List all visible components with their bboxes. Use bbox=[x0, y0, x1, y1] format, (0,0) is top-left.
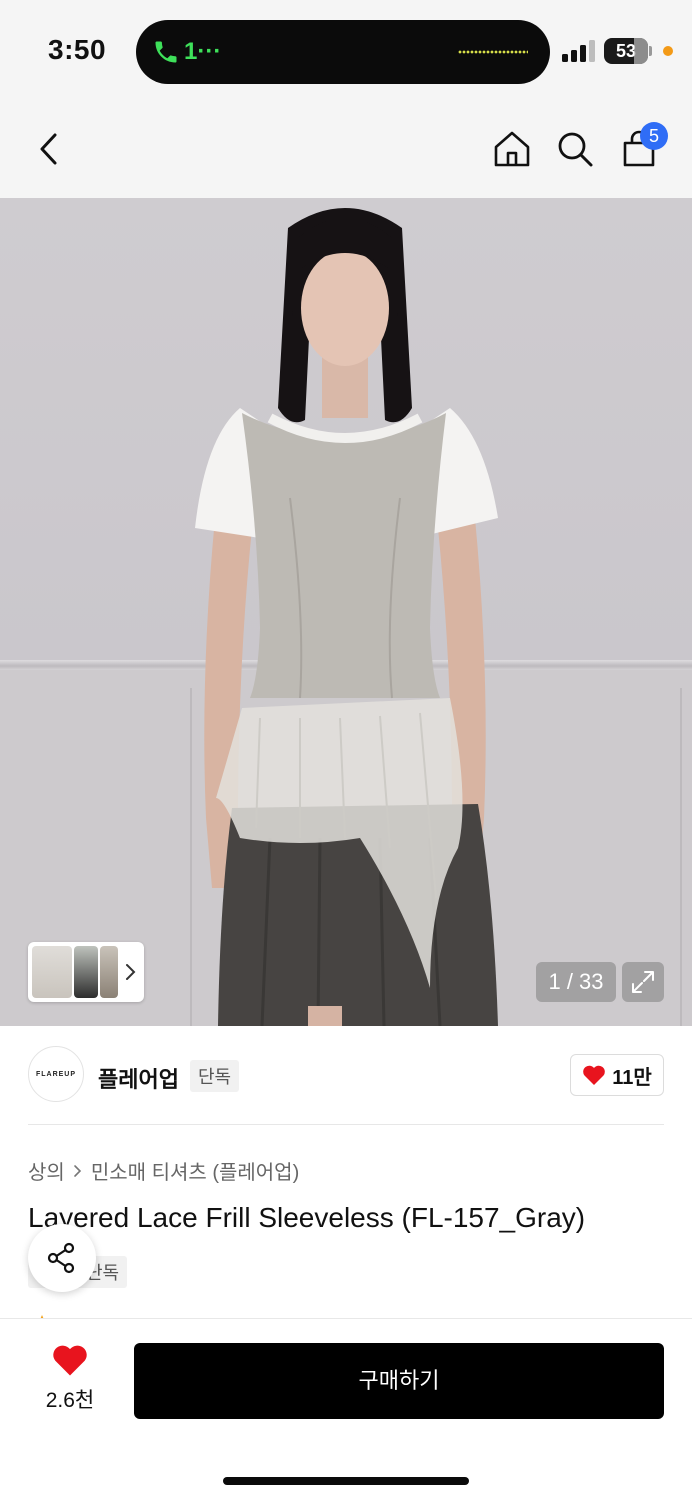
back-button[interactable] bbox=[24, 124, 74, 174]
audio-waveform-icon bbox=[458, 50, 528, 54]
share-button[interactable] bbox=[28, 1224, 96, 1292]
brand-exclusive-tag: 단독 bbox=[190, 1060, 240, 1092]
dynamic-island-call[interactable]: 1··· bbox=[136, 20, 550, 84]
brand-like-button[interactable]: 11만 bbox=[570, 1054, 664, 1096]
thumbnail-strip[interactable] bbox=[28, 942, 144, 1002]
thumbnail-image[interactable] bbox=[74, 946, 98, 998]
image-counter: 1 / 33 bbox=[536, 962, 616, 1002]
product-image[interactable]: 1 / 33 bbox=[0, 198, 692, 1026]
heart-icon bbox=[53, 1345, 87, 1376]
breadcrumb-subcategory[interactable]: 민소매 티셔츠 (플레어업) bbox=[91, 1156, 299, 1185]
call-duration: 1··· bbox=[184, 38, 222, 65]
breadcrumb-category[interactable]: 상의 bbox=[28, 1156, 65, 1185]
thumbnail-image[interactable] bbox=[100, 946, 118, 998]
cellular-signal-icon bbox=[562, 40, 596, 62]
search-button[interactable] bbox=[550, 124, 600, 174]
home-indicator bbox=[223, 1477, 469, 1485]
battery-cap bbox=[649, 46, 652, 56]
section-divider bbox=[28, 1124, 664, 1125]
bottom-action-bar: 2.6천 구매하기 bbox=[0, 1318, 692, 1500]
expand-image-button[interactable] bbox=[622, 962, 664, 1002]
brand-logo[interactable]: FLAREUP bbox=[28, 1046, 84, 1102]
cart-button[interactable]: 5 bbox=[614, 122, 668, 174]
brand-row: FLAREUP 플레어업 단독 11만 bbox=[0, 1026, 692, 1126]
model-photo bbox=[195, 208, 498, 1026]
brand-like-count: 11만 bbox=[612, 1066, 652, 1089]
buy-button[interactable]: 구매하기 bbox=[134, 1343, 664, 1419]
phone-icon bbox=[155, 41, 177, 63]
chevron-right-icon bbox=[126, 964, 136, 980]
status-bar: 3:50 1··· 53 bbox=[0, 0, 692, 100]
cart-count-badge: 5 bbox=[640, 122, 668, 150]
home-button[interactable] bbox=[487, 124, 537, 174]
product-title: Layered Lace Frill Sleeveless (FL-157_Gr… bbox=[28, 1202, 586, 1233]
thumbnail-image[interactable] bbox=[32, 946, 72, 998]
privacy-indicator-dot bbox=[663, 46, 673, 56]
nav-bar: 5 bbox=[0, 100, 692, 198]
search-icon bbox=[558, 132, 593, 167]
heart-icon bbox=[583, 1065, 606, 1085]
chevron-left-icon bbox=[40, 133, 57, 165]
chevron-right-icon bbox=[74, 1164, 81, 1177]
brand-name[interactable]: 플레어업 bbox=[98, 1062, 179, 1094]
share-icon bbox=[47, 1242, 75, 1274]
breadcrumb: 상의 민소매 티셔츠 (플레어업) bbox=[28, 1156, 299, 1185]
expand-icon bbox=[632, 971, 654, 993]
status-time: 3:50 bbox=[48, 34, 107, 65]
home-icon bbox=[494, 131, 530, 167]
wishlist-count: 2.6천 bbox=[45, 1389, 95, 1412]
battery-icon: 53 bbox=[604, 38, 648, 64]
wishlist-button[interactable]: 2.6천 bbox=[28, 1343, 112, 1423]
